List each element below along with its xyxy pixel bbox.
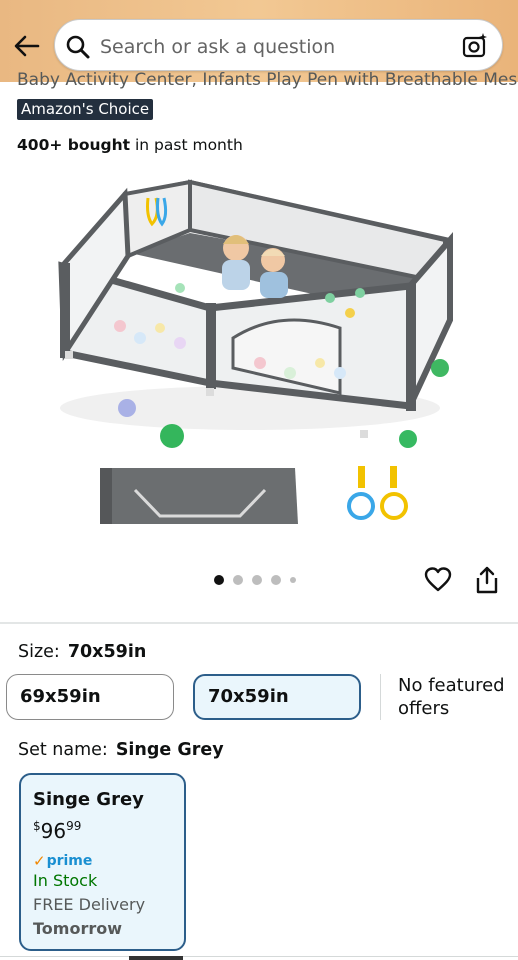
back-arrow-icon[interactable] [12,32,42,60]
search-placeholder: Search or ask a question [100,36,336,58]
set-option-name: Singe Grey [33,789,144,810]
search-icon [65,34,91,60]
search-input[interactable]: Search or ask a question [54,19,503,71]
set-option-card[interactable]: Singe Grey $9699 ✓ prime In Stock FREE De… [19,773,186,951]
set-name-selected-value: Singe Grey [115,740,224,760]
amazons-choice-badge: Amazon's Choice [17,99,154,120]
size-option-69x59in[interactable]: 69x59in [6,674,174,720]
price-whole: 96 [40,819,67,843]
carousel-dot[interactable] [233,575,243,585]
size-selected-value: 70x59in [67,642,147,662]
prime-check-icon: ✓ [33,852,46,870]
bottom-divider [0,956,518,957]
price-symbol: $ [33,819,41,833]
stock-status: In Stock [33,871,98,890]
camera-search-icon[interactable] [461,32,489,60]
bought-suffix: in past month [130,136,243,154]
bought-count: 400+ bought [17,136,131,154]
carousel-dot[interactable] [252,575,262,585]
no-featured-offers: No featured offers [398,675,505,719]
bottom-tab-indicator [129,956,183,960]
set-name-label: Set name: Singe Grey [18,740,224,760]
size-label-text: Size: [18,642,60,662]
prime-badge: ✓ prime [33,852,92,870]
delivery-day: Tomorrow [33,919,122,938]
price-fraction: 99 [66,819,82,833]
carousel-dot[interactable] [290,577,296,583]
product-image-playpen[interactable] [40,168,480,538]
set-name-label-text: Set name: [18,740,108,760]
delivery-text: FREE Delivery [33,895,146,914]
size-label: Size: 70x59in [18,642,146,662]
prime-text: prime [46,853,93,869]
product-title: Baby Activity Center, Infants Play Pen w… [17,70,518,90]
share-icon[interactable] [473,565,501,595]
bought-in-past-month: 400+ bought in past month [17,136,243,154]
section-divider [0,622,518,624]
set-option-price: $9699 [33,819,81,843]
carousel-dot[interactable] [214,575,224,585]
carousel-dot[interactable] [271,575,281,585]
option-separator [380,674,381,720]
image-carousel-dots[interactable] [214,574,296,586]
size-option-70x59in[interactable]: 70x59in [193,674,361,720]
heart-icon[interactable] [424,566,452,594]
